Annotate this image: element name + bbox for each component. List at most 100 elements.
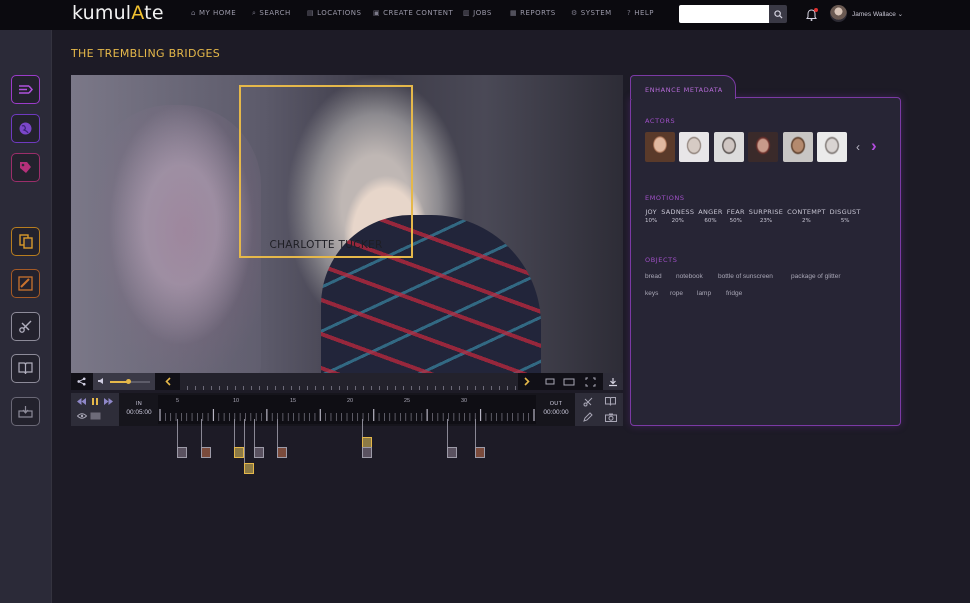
emotion-item: FEAR 50%	[726, 208, 745, 224]
wide-view-button[interactable]	[560, 373, 578, 390]
emotions-title: EMOTIONS	[645, 194, 685, 202]
out-time: 00:00:00	[543, 409, 569, 416]
kumulate-logo[interactable]: kumulAte	[72, 2, 164, 24]
scissors-icon[interactable]	[583, 397, 593, 407]
emotion-item: SURPRISE 23%	[748, 208, 784, 224]
sidebar-copy-button[interactable]	[11, 227, 40, 256]
notification-badge	[814, 8, 818, 12]
sidebar-ingest-button[interactable]	[11, 75, 40, 104]
actor-thumbnail[interactable]	[679, 132, 709, 162]
locations-icon: ▤	[307, 9, 315, 17]
user-menu[interactable]: James Wallace ⌄	[852, 10, 903, 18]
small-screen-icon	[545, 378, 555, 385]
sidebar-edit-button[interactable]	[11, 269, 40, 298]
fullscreen-icon	[585, 377, 595, 386]
out-label: OUT	[549, 401, 563, 407]
page-title: THE TREMBLING BRIDGES	[71, 47, 221, 60]
in-label: IN	[135, 401, 143, 407]
object-tag[interactable]: package of glitter	[791, 273, 841, 280]
face-detection-box[interactable]: CHARLOTTE TUCKER	[239, 85, 413, 258]
emotion-item: SADNESS 20%	[661, 208, 695, 224]
volume-slider[interactable]	[110, 379, 150, 384]
in-point[interactable]: IN 00:05:00	[121, 393, 157, 426]
timeline-panel: IN 00:05:00 5 10 15 20 25 30 OUT 00:00:00	[71, 393, 623, 426]
share-icon	[76, 377, 86, 386]
video-reflection	[91, 105, 261, 373]
create-content-icon: ▣	[373, 9, 381, 17]
object-tag[interactable]: bottle of sunscreen	[718, 273, 773, 280]
emotion-item: CONTEMPT 2%	[787, 208, 826, 224]
timeline-tools	[575, 393, 623, 426]
volume-icon	[98, 378, 103, 384]
out-point[interactable]: OUT 00:00:00	[537, 393, 575, 426]
nav-create-content[interactable]: ▣ CREATE CONTENT	[373, 9, 453, 17]
actor-thumbnail[interactable]	[783, 132, 813, 162]
nav-search[interactable]: ⌕ SEARCH	[252, 9, 291, 18]
object-tag[interactable]: lamp	[697, 290, 711, 297]
volume-control[interactable]	[93, 373, 155, 390]
avatar[interactable]	[830, 5, 847, 22]
timeline-tick-label: 5	[176, 398, 180, 404]
fullscreen-button[interactable]	[580, 373, 600, 390]
pencil-icon[interactable]	[583, 412, 593, 422]
actor-thumbnail[interactable]	[714, 132, 744, 162]
actors-next-chevron-icon[interactable]: ›	[871, 136, 877, 156]
panel-title: ENHANCE METADATA	[645, 86, 723, 94]
home-icon: ⌂	[191, 9, 196, 17]
nav-help[interactable]: ? HELP	[627, 9, 654, 17]
sidebar-globe-button[interactable]	[11, 114, 40, 143]
object-tag[interactable]: keys	[645, 290, 658, 297]
volume-knob[interactable]	[125, 379, 131, 384]
reports-icon: ▦	[510, 9, 518, 17]
timeline-track[interactable]: 5 10 15 20 25 30	[158, 395, 536, 424]
system-icon: ⚙	[571, 9, 578, 17]
face-label: CHARLOTTE TUCKER	[269, 239, 383, 251]
sidebar-cut-button[interactable]	[11, 312, 40, 341]
timeline-tick-label: 25	[404, 398, 411, 404]
notifications-bell-icon[interactable]	[806, 8, 818, 21]
nav-my-home[interactable]: ⌂ MY HOME	[191, 9, 236, 17]
sidebar-tag-button[interactable]	[11, 153, 40, 182]
chevron-right-icon	[524, 377, 530, 386]
copy-icon	[18, 234, 33, 249]
globe-icon	[19, 122, 32, 135]
book-icon[interactable]	[605, 397, 616, 406]
camera-icon[interactable]	[605, 413, 617, 422]
sidebar-book-button[interactable]	[11, 354, 40, 383]
actor-thumbnail[interactable]	[645, 132, 675, 162]
playback-controls	[71, 393, 119, 426]
pause-icon[interactable]	[92, 398, 98, 405]
object-tag[interactable]: rope	[670, 290, 683, 297]
wide-screen-icon	[563, 378, 575, 385]
ingest-icon	[19, 85, 33, 94]
actor-thumbnail[interactable]	[748, 132, 778, 162]
timeline-tick-label: 15	[290, 398, 297, 404]
scrub-forward-button[interactable]	[520, 373, 534, 390]
actors-title: ACTORS	[645, 117, 676, 125]
nav-reports[interactable]: ▦ REPORTS	[510, 9, 556, 17]
fast-forward-icon[interactable]	[104, 398, 113, 405]
nav-system[interactable]: ⚙ SYSTEM	[571, 9, 612, 17]
actors-prev-chevron-icon[interactable]: ‹	[856, 140, 860, 154]
sidebar-export-button[interactable]	[11, 397, 40, 426]
scrubber-bar[interactable]	[180, 373, 518, 390]
export-icon	[18, 406, 33, 418]
share-button[interactable]	[71, 373, 91, 390]
object-tag[interactable]: notebook	[676, 273, 703, 280]
search-button[interactable]	[769, 5, 787, 23]
nav-jobs[interactable]: ▥ JOBS	[463, 9, 492, 17]
actor-thumbnail[interactable]	[817, 132, 847, 162]
download-button[interactable]	[603, 373, 623, 390]
rewind-icon[interactable]	[77, 398, 86, 405]
top-bar: kumulAte ⌂ MY HOME ⌕ SEARCH ▤ LOCATIONS ▣ CR…	[0, 0, 970, 30]
eye-icon[interactable]	[77, 413, 87, 419]
emotion-item: JOY 10%	[645, 208, 658, 224]
small-view-button[interactable]	[541, 373, 559, 390]
video-player[interactable]: CHARLOTTE TUCKER	[71, 75, 623, 373]
search-input[interactable]	[679, 5, 769, 23]
scrub-back-button[interactable]	[161, 373, 175, 390]
object-tag[interactable]: bread	[645, 273, 662, 280]
nav-locations[interactable]: ▤ LOCATIONS	[307, 9, 361, 17]
object-tag[interactable]: fridge	[726, 290, 742, 297]
caption-icon[interactable]	[90, 412, 101, 420]
